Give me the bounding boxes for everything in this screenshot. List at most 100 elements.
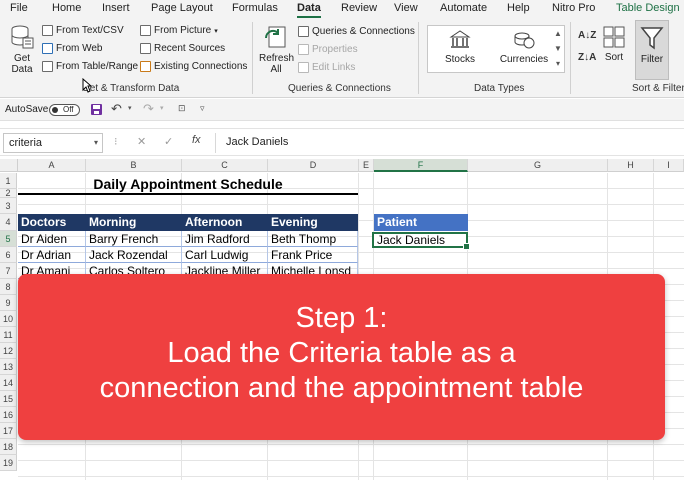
row-header-15[interactable]: 15 <box>0 391 17 407</box>
overlay-line-1: Step 1: <box>295 302 388 334</box>
criteria-header-patient[interactable]: Patient <box>374 214 468 231</box>
row-header-18[interactable]: 18 <box>0 439 17 455</box>
column-header-i[interactable]: I <box>654 159 684 172</box>
save-icon[interactable] <box>90 103 103 116</box>
properties-button[interactable]: Properties <box>298 44 358 55</box>
group-icon[interactable]: ⊡ <box>178 103 186 114</box>
table-cell[interactable]: Frank Price <box>268 247 358 263</box>
refresh-all-button[interactable]: Refresh All <box>259 24 295 75</box>
row-header-6[interactable]: 6 <box>0 247 17 263</box>
insert-function-icon[interactable]: fx <box>192 134 201 146</box>
row-header-12[interactable]: 12 <box>0 343 17 359</box>
from-picture-button[interactable]: From Picture ▾ <box>140 25 218 36</box>
tab-file[interactable]: File <box>10 2 28 14</box>
row-header-2[interactable]: 2 <box>0 189 17 198</box>
from-text-csv-label: From Text/CSV <box>56 25 124 36</box>
tab-formulas[interactable]: Formulas <box>232 2 278 14</box>
table-cell[interactable]: Barry French <box>86 231 182 247</box>
cancel-icon[interactable]: ✕ <box>137 135 146 148</box>
row-header-4[interactable]: 4 <box>0 214 17 231</box>
criteria-value-cell[interactable]: Jack Daniels <box>372 232 470 250</box>
customize-qat-icon[interactable]: ▿ <box>200 103 205 114</box>
tab-page-layout[interactable]: Page Layout <box>151 2 213 14</box>
database-icon <box>11 25 34 49</box>
queries-connections-button[interactable]: Queries & Connections <box>298 26 415 37</box>
column-header-g[interactable]: G <box>468 159 608 172</box>
table-cell[interactable]: Beth Thomp <box>268 231 358 247</box>
column-header-a[interactable]: A <box>18 159 86 172</box>
row-header-5[interactable]: 5 <box>0 231 17 247</box>
autosave-toggle[interactable]: Off <box>49 104 80 116</box>
column-header-d[interactable]: D <box>268 159 359 172</box>
chevron-down-icon[interactable]: ▾ <box>94 138 98 147</box>
sort-button[interactable]: Sort <box>602 25 626 63</box>
formula-input[interactable]: Jack Daniels <box>215 133 682 153</box>
row-header-14[interactable]: 14 <box>0 375 17 391</box>
tab-review[interactable]: Review <box>341 2 377 14</box>
sort-az-button[interactable]: A↓Z <box>578 26 596 46</box>
redo-icon[interactable]: ↷ <box>143 101 154 117</box>
table-header-doctors[interactable]: Doctors <box>18 214 86 231</box>
tab-help[interactable]: Help <box>507 2 530 14</box>
column-header-c[interactable]: C <box>182 159 268 172</box>
row-header-17[interactable]: 17 <box>0 423 17 439</box>
column-header-f[interactable]: F <box>374 159 468 172</box>
column-header-h[interactable]: H <box>608 159 654 172</box>
sort-icon <box>603 26 625 48</box>
queries-connections-icon <box>298 26 309 37</box>
gallery-scroll[interactable]: ▲ ▼ ▾ <box>553 26 563 71</box>
from-table-range-label: From Table/Range <box>56 61 139 72</box>
filter-button[interactable]: Filter <box>635 20 669 80</box>
overlay-line-3: connection and the appointment table <box>99 372 584 404</box>
column-header-e[interactable]: E <box>359 159 374 172</box>
recent-sources-button[interactable]: Recent Sources <box>140 43 225 54</box>
step-overlay-banner: Step 1: Load the Criteria table as a con… <box>18 274 665 440</box>
tab-data[interactable]: Data <box>297 2 321 18</box>
table-cell[interactable]: Dr Aiden <box>18 231 86 247</box>
bank-icon <box>449 30 471 48</box>
table-header-evening[interactable]: Evening <box>268 214 358 231</box>
undo-icon[interactable]: ↶ <box>111 101 122 117</box>
table-cell[interactable]: Carl Ludwig <box>182 247 268 263</box>
tab-home[interactable]: Home <box>52 2 81 14</box>
table-cell[interactable]: Dr Adrian <box>18 247 86 263</box>
from-text-csv-button[interactable]: From Text/CSV <box>42 25 124 36</box>
tab-table-design[interactable]: Table Design <box>616 2 680 14</box>
existing-connections-button[interactable]: Existing Connections <box>140 61 247 72</box>
get-data-button[interactable]: Get Data <box>7 24 37 80</box>
tab-automate[interactable]: Automate <box>440 2 487 14</box>
row-header-16[interactable]: 16 <box>0 407 17 423</box>
edit-links-label: Edit Links <box>312 62 356 73</box>
tab-insert[interactable]: Insert <box>102 2 130 14</box>
table-cell[interactable]: Jack Rozendal <box>86 247 182 263</box>
name-box[interactable]: criteria ▾ <box>3 133 103 153</box>
row-header-13[interactable]: 13 <box>0 359 17 375</box>
column-header-b[interactable]: B <box>86 159 182 172</box>
undo-dropdown-icon[interactable]: ▾ <box>128 104 132 112</box>
from-web-button[interactable]: From Web <box>42 43 103 54</box>
select-all-corner[interactable] <box>0 159 18 172</box>
row-header-9[interactable]: 9 <box>0 295 17 311</box>
redo-dropdown-icon[interactable]: ▾ <box>160 104 164 112</box>
from-table-range-button[interactable]: From Table/Range <box>42 61 138 72</box>
table-header-afternoon[interactable]: Afternoon <box>182 214 268 231</box>
currencies-button[interactable]: Currencies <box>492 26 556 72</box>
table-cell[interactable]: Jim Radford <box>182 231 268 247</box>
row-header-8[interactable]: 8 <box>0 279 17 295</box>
table-header-morning[interactable]: Morning <box>86 214 182 231</box>
row-header-11[interactable]: 11 <box>0 327 17 343</box>
get-data-label-1: Get <box>13 53 31 64</box>
row-header-3[interactable]: 3 <box>0 198 17 214</box>
row-header-10[interactable]: 10 <box>0 311 17 327</box>
refresh-label: Refresh <box>259 53 295 64</box>
row-header-19[interactable]: 19 <box>0 455 17 471</box>
sort-za-button[interactable]: Z↓A <box>578 48 596 68</box>
enter-icon[interactable]: ✓ <box>164 135 173 148</box>
stocks-button[interactable]: Stocks <box>428 26 492 72</box>
edit-links-button[interactable]: Edit Links <box>298 62 355 73</box>
row-header-1[interactable]: 1 <box>0 173 17 189</box>
row-header-7[interactable]: 7 <box>0 263 17 279</box>
sheet-title[interactable]: Daily Appointment Schedule <box>18 175 358 195</box>
tab-view[interactable]: View <box>394 2 418 14</box>
tab-nitro-pro[interactable]: Nitro Pro <box>552 2 595 14</box>
